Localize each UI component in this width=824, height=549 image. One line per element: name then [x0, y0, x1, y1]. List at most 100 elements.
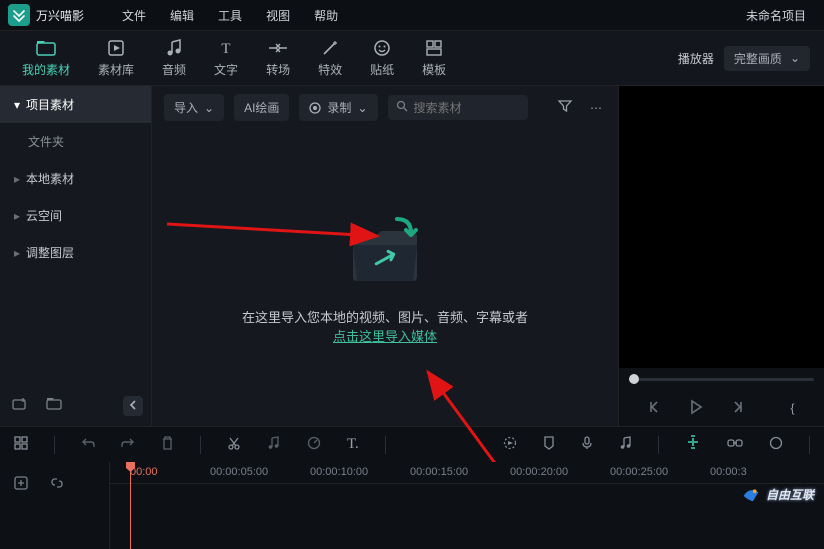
sidebar-item-label: 文件夹 [28, 133, 64, 150]
record-dropdown[interactable]: 录制 ⌄ [299, 94, 377, 121]
tab-label: 我的素材 [22, 61, 70, 78]
tab-label: 模板 [422, 61, 446, 78]
search-input-wrapper[interactable] [388, 95, 528, 120]
tool-icon-b[interactable] [765, 432, 787, 457]
delete-icon[interactable] [157, 432, 178, 457]
import-drop-zone[interactable]: 在这里导入您本地的视频、图片、音频、字幕或者 点击这里导入媒体 [152, 129, 618, 426]
magnet-icon[interactable] [681, 432, 705, 457]
more-icon[interactable]: ⋯ [586, 97, 606, 119]
text-icon: T [216, 38, 236, 58]
chevron-right-icon: ▸ [14, 209, 20, 223]
pill-label: 导入 [174, 99, 198, 116]
transition-icon [268, 38, 288, 58]
undo-icon[interactable] [77, 432, 99, 457]
svg-text:T: T [221, 41, 230, 57]
ruler-mark: 00:00:25:00 [610, 466, 668, 478]
play-button[interactable] [684, 395, 708, 422]
tab-effects[interactable]: 特效 [318, 38, 342, 78]
timeline-tracks[interactable]: 00:00 00:00:05:00 00:00:10:00 00:00:15:0… [110, 462, 824, 549]
tab-label: 音频 [162, 61, 186, 78]
ai-draw-button[interactable]: AI绘画 [234, 94, 289, 121]
music-tool-icon[interactable] [615, 432, 636, 457]
import-folder-graphic [335, 211, 435, 291]
sidebar-item-label: 调整图层 [26, 244, 74, 261]
sidebar: ▾ 项目素材 文件夹 ▸ 本地素材 ▸ 云空间 ▸ 调整图层 [0, 86, 152, 426]
mic-icon[interactable] [577, 432, 597, 457]
folder-icon[interactable] [42, 393, 66, 418]
menu-edit[interactable]: 编辑 [170, 7, 194, 24]
sidebar-item-local-media[interactable]: ▸ 本地素材 [0, 160, 151, 197]
search-icon [396, 100, 408, 115]
tab-stickers[interactable]: 贴纸 [370, 38, 394, 78]
music-icon [164, 38, 184, 58]
preview-player-label: 播放器 [678, 50, 714, 67]
import-link[interactable]: 点击这里导入媒体 [242, 326, 528, 345]
chevron-down-icon: ⌄ [357, 101, 367, 115]
sidebar-item-folder[interactable]: 文件夹 [0, 123, 151, 160]
chevron-down-icon: ⌄ [204, 101, 214, 115]
content-panel: 导入 ⌄ AI绘画 录制 ⌄ ⋯ [152, 86, 618, 426]
ruler-mark: 00:00:05:00 [210, 466, 268, 478]
pill-label: AI绘画 [244, 99, 279, 116]
collapse-sidebar-button[interactable] [123, 396, 143, 416]
ruler-mark: 00:00:3 [710, 466, 747, 478]
tab-templates[interactable]: 模板 [422, 38, 446, 78]
marker-icon[interactable] [539, 432, 559, 457]
preview-scrubber[interactable] [619, 368, 824, 390]
speed-icon[interactable] [303, 432, 325, 457]
menu-tools[interactable]: 工具 [218, 7, 242, 24]
main-tabs: 我的素材 素材库 音频 T 文字 转场 特效 贴纸 模板 [0, 30, 824, 86]
timeline-add-icon[interactable] [10, 472, 32, 497]
folder-icon [36, 38, 56, 58]
sidebar-item-project-media[interactable]: ▾ 项目素材 [0, 86, 151, 123]
tab-transition[interactable]: 转场 [266, 38, 290, 78]
project-title: 未命名项目 [746, 7, 806, 24]
search-input[interactable] [414, 101, 514, 115]
scrub-handle[interactable] [629, 374, 639, 384]
sidebar-item-adjustment[interactable]: ▸ 调整图层 [0, 234, 151, 271]
app-name: 万兴喵影 [36, 7, 84, 24]
link-tool-icon[interactable] [723, 433, 747, 456]
import-dropdown[interactable]: 导入 ⌄ [164, 94, 224, 121]
new-folder-icon[interactable] [8, 393, 32, 418]
redo-icon[interactable] [117, 432, 139, 457]
ruler-mark: 00:00:20:00 [510, 466, 568, 478]
menu-file[interactable]: 文件 [122, 7, 146, 24]
timeline[interactable]: 00:00 00:00:05:00 00:00:10:00 00:00:15:0… [0, 462, 824, 549]
preview-more-icon[interactable]: { [786, 397, 798, 419]
tool-icon-a[interactable] [499, 432, 521, 457]
tab-audio[interactable]: 音频 [162, 38, 186, 78]
text-tool-icon[interactable]: T. [343, 432, 363, 457]
sidebar-item-label: 项目素材 [26, 96, 74, 113]
playhead[interactable] [130, 462, 131, 549]
watermark-text: 自由互联 [766, 486, 814, 503]
chevron-down-icon: ▾ [14, 98, 20, 112]
chevron-right-icon: ▸ [14, 246, 20, 260]
next-frame-button[interactable] [726, 396, 748, 421]
preview-quality-select[interactable]: 完整画质 ⌄ [724, 46, 810, 71]
menu-bar: 万兴喵影 文件 编辑 工具 视图 帮助 未命名项目 [0, 0, 824, 30]
tab-my-media[interactable]: 我的素材 [22, 38, 70, 78]
cut-icon[interactable] [223, 432, 245, 457]
select-value: 完整画质 [734, 50, 782, 67]
sidebar-item-cloud[interactable]: ▸ 云空间 [0, 197, 151, 234]
timeline-toolbar: T. [0, 426, 824, 462]
timeline-link-icon[interactable] [46, 472, 68, 497]
tab-media-lib[interactable]: 素材库 [98, 38, 134, 78]
chevron-down-icon: ⌄ [790, 51, 800, 65]
app-logo-icon [8, 4, 30, 26]
preview-panel: { [618, 86, 824, 426]
menu-view[interactable]: 视图 [266, 7, 290, 24]
record-icon [309, 102, 321, 114]
prev-frame-button[interactable] [644, 396, 666, 421]
import-instructions: 在这里导入您本地的视频、图片、音频、字幕或者 [242, 307, 528, 326]
ruler-mark: 00:00:10:00 [310, 466, 368, 478]
tab-label: 素材库 [98, 61, 134, 78]
audio-tool-icon[interactable] [263, 432, 285, 457]
sidebar-item-label: 本地素材 [26, 170, 74, 187]
filter-icon[interactable] [554, 95, 576, 120]
menu-help[interactable]: 帮助 [314, 7, 338, 24]
tab-text[interactable]: T 文字 [214, 38, 238, 78]
timeline-ruler[interactable]: 00:00 00:00:05:00 00:00:10:00 00:00:15:0… [110, 462, 824, 484]
grid-view-icon[interactable] [10, 432, 32, 457]
